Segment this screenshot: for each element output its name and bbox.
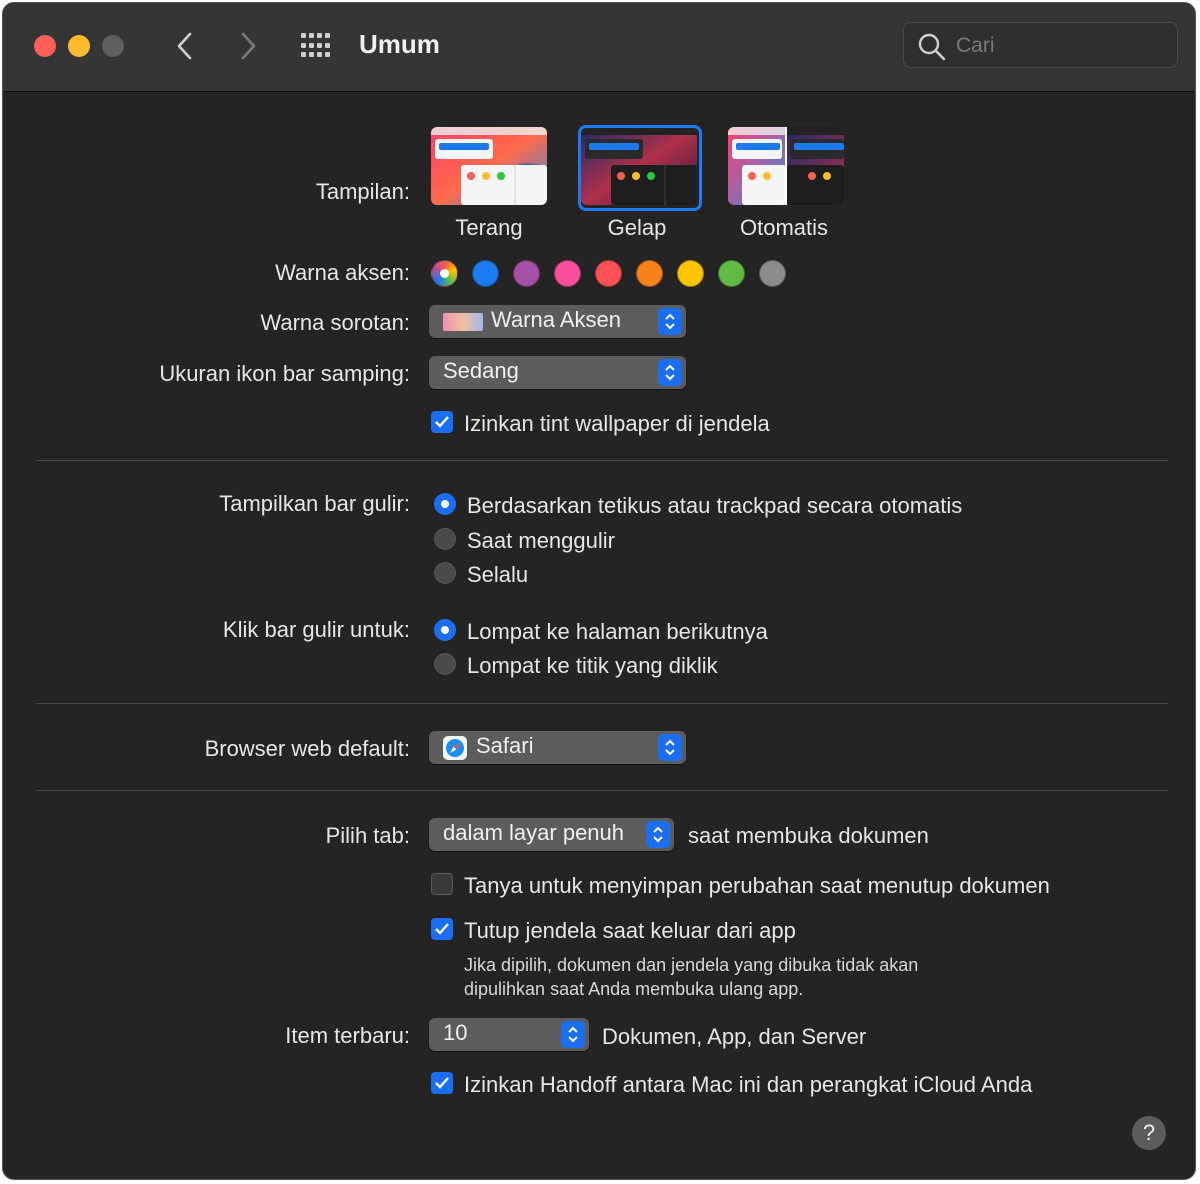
search-icon <box>918 33 946 61</box>
highlight-color-preview <box>443 313 483 331</box>
popup-chevron <box>561 1021 585 1048</box>
chevron-left-icon <box>177 32 192 60</box>
prefer-tabs-suffix: saat membuka dokumen <box>688 823 929 848</box>
click-scrollbar-label: Klik bar gulir untuk: <box>222 617 410 642</box>
highlight-color-label: Warna sorotan: <box>260 310 410 335</box>
zoom-window-button <box>102 35 124 57</box>
close-windows-note-line2: dipulihkan saat Anda membuka ulang app. <box>464 979 804 999</box>
checkmark-icon <box>435 416 449 428</box>
highlight-color-popup[interactable]: Warna Aksen <box>429 305 686 338</box>
show-all-grid-icon[interactable] <box>301 33 333 59</box>
back-button[interactable] <box>170 29 200 63</box>
click-scroll-option-next-page[interactable]: Lompat ke halaman berikutnya <box>467 619 768 645</box>
click-scroll-option-clicked-spot[interactable]: Lompat ke titik yang diklik <box>467 653 718 679</box>
ask-save-checkbox[interactable] <box>431 873 453 895</box>
appearance-option-dark[interactable]: Gelap <box>567 215 707 241</box>
appearance-selected-ring <box>578 125 702 211</box>
scrollbars-radio-auto[interactable] <box>434 493 456 515</box>
chevron-up-down-icon <box>665 313 675 330</box>
recent-items-label: Item terbaru: <box>285 1023 410 1048</box>
appearance-light-thumbnail[interactable] <box>431 127 547 205</box>
chevron-up-down-icon <box>653 826 663 843</box>
tint-wallpaper-checkbox[interactable] <box>431 411 453 433</box>
popup-chevron <box>658 359 682 386</box>
popup-chevron <box>658 734 682 761</box>
ask-save-label[interactable]: Tanya untuk menyimpan perubahan saat men… <box>464 873 1050 899</box>
popup-chevron <box>646 821 670 848</box>
default-browser-label: Browser web default: <box>204 736 410 761</box>
handoff-label[interactable]: Izinkan Handoff antara Mac ini dan peran… <box>464 1072 1032 1098</box>
checkmark-icon <box>435 923 449 935</box>
close-windows-note-line1: Jika dipilih, dokumen dan jendela yang d… <box>464 955 919 975</box>
scrollbars-radio-scrolling[interactable] <box>434 528 456 550</box>
sidebar-icon-size-popup[interactable]: Sedang <box>429 356 686 389</box>
separator <box>36 703 1168 704</box>
handoff-checkbox[interactable] <box>431 1072 453 1094</box>
accent-swatch-orange[interactable] <box>636 260 663 287</box>
close-windows-label[interactable]: Tutup jendela saat keluar dari app <box>464 918 796 944</box>
forward-button[interactable] <box>233 29 263 63</box>
appearance-option-light[interactable]: Terang <box>419 215 559 241</box>
separator <box>36 460 1168 461</box>
accent-color-label: Warna aksen: <box>275 260 410 285</box>
recent-items-popup[interactable]: 10 <box>429 1018 589 1051</box>
sidebar-icon-size-label: Ukuran ikon bar samping: <box>159 361 410 386</box>
chevron-right-icon <box>241 32 256 60</box>
preferences-window: Umum Tampilan: <box>2 2 1196 1180</box>
prefer-tabs-popup[interactable]: dalam layar penuh <box>429 818 674 851</box>
safari-icon <box>443 736 467 760</box>
show-scrollbars-label: Tampilkan bar gulir: <box>219 491 410 516</box>
close-windows-checkbox[interactable] <box>431 918 453 940</box>
chevron-up-down-icon <box>568 1026 578 1043</box>
search-input[interactable] <box>954 31 1168 61</box>
accent-swatch-multicolor[interactable] <box>431 260 458 287</box>
recent-items-suffix: Dokumen, App, dan Server <box>602 1024 867 1049</box>
accent-swatch-red[interactable] <box>595 260 622 287</box>
title-bar: Umum <box>3 3 1195 92</box>
accent-swatch-blue[interactable] <box>472 260 499 287</box>
click-scroll-radio-next-page[interactable] <box>434 619 456 641</box>
scrollbars-option-auto[interactable]: Berdasarkan tetikus atau trackpad secara… <box>467 493 962 519</box>
checkmark-icon <box>435 1077 449 1089</box>
prefer-tabs-value: dalam layar penuh <box>443 820 625 845</box>
separator <box>36 790 1168 791</box>
window-title: Umum <box>359 29 440 59</box>
tint-wallpaper-label[interactable]: Izinkan tint wallpaper di jendela <box>464 411 770 437</box>
appearance-auto-thumbnail[interactable] <box>728 127 844 205</box>
scrollbars-option-scrolling[interactable]: Saat menggulir <box>467 528 615 554</box>
recent-items-value: 10 <box>443 1020 468 1045</box>
appearance-label: Tampilan: <box>315 179 410 204</box>
accent-swatch-yellow[interactable] <box>677 260 704 287</box>
chevron-up-down-icon <box>665 739 675 756</box>
help-button[interactable]: ? <box>1132 1116 1166 1150</box>
accent-swatch-graphite[interactable] <box>759 260 786 287</box>
appearance-option-auto[interactable]: Otomatis <box>714 215 854 241</box>
sidebar-icon-size-value: Sedang <box>443 358 519 383</box>
search-field[interactable] <box>903 22 1178 68</box>
scrollbars-option-always[interactable]: Selalu <box>467 562 528 588</box>
scrollbars-radio-always[interactable] <box>434 562 456 584</box>
accent-swatch-pink[interactable] <box>554 260 581 287</box>
click-scroll-radio-clicked-spot[interactable] <box>434 653 456 675</box>
close-window-button[interactable] <box>34 35 56 57</box>
default-browser-popup[interactable]: Safari <box>429 731 686 764</box>
minimize-window-button[interactable] <box>68 35 90 57</box>
prefer-tabs-label: Pilih tab: <box>325 823 410 848</box>
accent-swatch-purple[interactable] <box>513 260 540 287</box>
highlight-color-value: Warna Aksen <box>491 307 622 332</box>
popup-chevron <box>658 308 682 335</box>
default-browser-value: Safari <box>476 733 534 758</box>
chevron-up-down-icon <box>665 364 675 381</box>
accent-swatch-green[interactable] <box>718 260 745 287</box>
